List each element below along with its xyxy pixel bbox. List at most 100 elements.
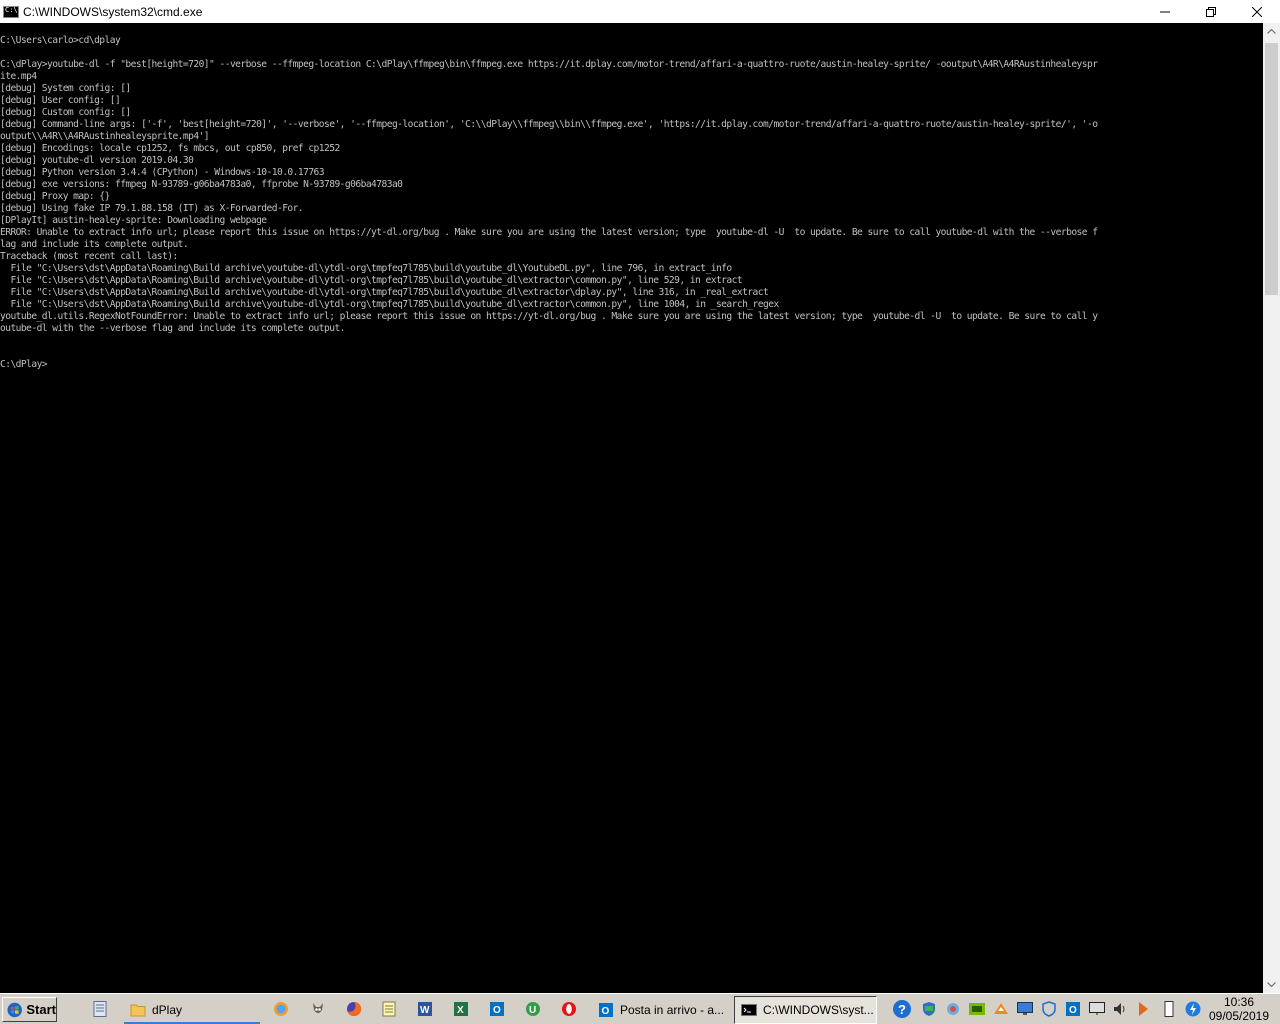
tray-monitor[interactable] <box>1016 999 1034 1019</box>
tray-update[interactable] <box>1184 999 1202 1019</box>
console-line: youtube_dl.utils.RegexNotFoundError: Una… <box>0 311 1098 322</box>
notepad-icon <box>382 1001 396 1017</box>
tray-flag[interactable] <box>1134 999 1152 1019</box>
console-line: [debug] User config: [] <box>0 95 121 106</box>
svg-text:U: U <box>529 1005 536 1016</box>
tray-mail[interactable] <box>992 999 1010 1019</box>
task-label: C:\WINDOWS\syst... <box>763 1003 874 1017</box>
desktop-icon <box>93 1001 107 1017</box>
task-label: Posta in arrivo - a... <box>620 1003 725 1017</box>
start-button[interactable]: Start <box>2 997 57 1022</box>
quicklaunch-word[interactable]: W <box>416 999 434 1019</box>
opera-icon <box>562 1002 576 1016</box>
quicklaunch-firefox[interactable] <box>345 999 363 1019</box>
tray-network[interactable] <box>944 999 962 1019</box>
tray-usb[interactable] <box>1160 999 1178 1019</box>
minimize-button[interactable] <box>1142 0 1188 23</box>
quicklaunch-browser[interactable] <box>272 999 290 1019</box>
console-line: File "C:\Users\dst\AppData\Roaming\Build… <box>0 299 779 310</box>
console-line: [debug] System config: [] <box>0 83 131 94</box>
chevron-down-icon <box>1267 982 1276 987</box>
cmd-icon-text: C:\ <box>5 5 18 14</box>
restore-icon <box>1206 6 1216 17</box>
browser-icon <box>274 1002 288 1016</box>
excel-icon: X <box>454 1002 468 1016</box>
tray-shield[interactable] <box>920 999 938 1019</box>
nvidia-icon <box>969 1003 985 1015</box>
console-line: Traceback (most recent call last): <box>0 251 178 262</box>
monitor-icon <box>1017 1002 1033 1015</box>
shield-icon <box>923 1002 935 1016</box>
console-line: C:\dPlay>youtube-dl -f "best[height=720]… <box>0 59 1098 70</box>
tray-volume[interactable] <box>1111 999 1129 1019</box>
minimize-icon <box>1160 11 1170 12</box>
quicklaunch-notepad[interactable] <box>380 999 398 1019</box>
outlook-icon: O <box>490 1002 504 1016</box>
word-icon: W <box>418 1002 432 1016</box>
gimp-icon <box>313 1003 323 1013</box>
help-icon: ? <box>893 1000 911 1018</box>
taskbar-task-outlook[interactable]: O Posta in arrivo - a... <box>592 996 730 1024</box>
start-label: Start <box>26 1002 56 1017</box>
console-line: output\\A4R\\A4RAustinhealeysprite.mp4'] <box>0 131 210 142</box>
task-label: dPlay <box>152 1003 183 1017</box>
cmd-icon <box>741 1004 757 1016</box>
console-line: [debug] Custom config: [] <box>0 107 131 118</box>
tray-help[interactable]: ? <box>892 999 912 1019</box>
console-line: [debug] Encodings: locale cp1252, fs mbc… <box>0 143 340 154</box>
title-bar[interactable]: C:\ C:\WINDOWS\system32\cmd.exe <box>0 0 1280 23</box>
console-output[interactable]: C:\Users\carlo>cd\dplay C:\dPlay>youtube-… <box>0 35 1263 990</box>
console-line: File "C:\Users\dst\AppData\Roaming\Build… <box>0 275 743 286</box>
tray-defender[interactable] <box>1040 999 1058 1019</box>
taskbar-task-cmd[interactable]: C:\WINDOWS\syst... <box>734 996 877 1024</box>
svg-text:?: ? <box>898 1002 906 1017</box>
windows-logo-icon <box>7 1002 22 1017</box>
scroll-down-button[interactable] <box>1263 976 1280 993</box>
tray-outlook[interactable]: O <box>1064 999 1082 1019</box>
scroll-up-button[interactable] <box>1263 23 1280 40</box>
folder-icon <box>130 1004 146 1017</box>
close-button[interactable] <box>1234 0 1280 23</box>
network-icon <box>947 1003 959 1015</box>
console-line: [DPlayIt] austin-healey-sprite: Download… <box>0 215 267 226</box>
quicklaunch-utorrent[interactable]: U <box>524 999 542 1019</box>
svg-text:X: X <box>457 1005 464 1016</box>
quicklaunch-outlook[interactable]: O <box>488 999 506 1019</box>
svg-text:O: O <box>1069 1005 1077 1016</box>
system-clock[interactable]: 10:36 09/05/2019 <box>1206 994 1272 1024</box>
usb-icon <box>1164 1001 1174 1017</box>
console-line: [debug] exe versions: ffmpeg N-93789-g06… <box>0 179 403 190</box>
console-line: outube-dl with the --verbose flag and in… <box>0 323 345 334</box>
console-line: lag and include its complete output. <box>0 239 189 250</box>
console-line: [debug] Command-line args: ['-f', 'best[… <box>0 119 1098 130</box>
tray-display[interactable] <box>1088 999 1106 1019</box>
svg-text:O: O <box>493 1005 501 1016</box>
scrollbar-thumb[interactable] <box>1265 43 1278 295</box>
volume-icon <box>1114 1003 1125 1015</box>
cmd-icon: C:\ <box>3 5 19 18</box>
flag-icon <box>1139 1002 1148 1016</box>
update-icon <box>1185 1001 1201 1017</box>
mail-icon <box>994 1003 1008 1014</box>
vertical-scrollbar[interactable] <box>1263 23 1280 993</box>
console-line: ite.mp4 <box>0 71 37 82</box>
quicklaunch-excel[interactable]: X <box>452 999 470 1019</box>
tray-nvidia[interactable] <box>968 999 986 1019</box>
display-icon <box>1089 1002 1105 1015</box>
svg-text:W: W <box>420 1005 430 1016</box>
utorrent-icon: U <box>526 1002 540 1016</box>
console-line: C:\Users\carlo>cd\dplay <box>0 35 121 46</box>
quicklaunch-gimp[interactable] <box>309 999 327 1019</box>
show-desktop-button[interactable] <box>91 999 109 1019</box>
quicklaunch-opera[interactable] <box>560 999 578 1019</box>
defender-icon <box>1042 1001 1056 1017</box>
clock-date: 09/05/2019 <box>1208 1009 1270 1023</box>
firefox-icon <box>347 1001 362 1016</box>
outlook-icon: O <box>1066 1002 1080 1016</box>
taskbar-folder-dplay[interactable]: dPlay <box>124 996 260 1024</box>
restore-button[interactable] <box>1188 0 1234 23</box>
outlook-icon: O <box>599 1003 613 1017</box>
console-line: [debug] Using fake IP 79.1.88.158 (IT) a… <box>0 203 304 214</box>
